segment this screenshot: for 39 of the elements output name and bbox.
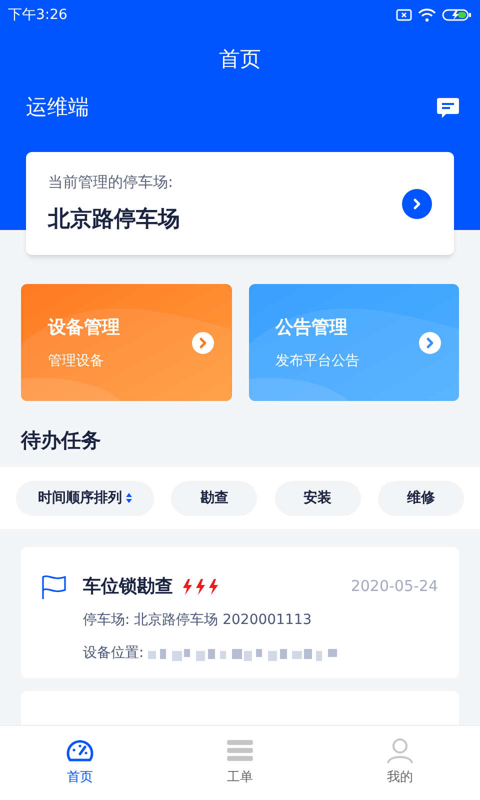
task-card[interactable]: 车位锁勘查 2020-05-24 停车场: 北京路停车场 2020001113 设备位置: <box>21 547 459 678</box>
battery-icon <box>442 8 472 22</box>
location-label: 设备位置: <box>83 644 144 663</box>
card-label: 当前管理的停车场: <box>48 172 174 193</box>
lightning-icon <box>182 578 193 594</box>
person-icon <box>386 738 414 764</box>
status-time: 下午3:26 <box>8 6 68 24</box>
tab-bar-item[interactable]: 首页 <box>0 726 160 800</box>
filter-chip[interactable]: 安装 <box>274 480 361 516</box>
task-title: 车位锁勘查 <box>83 575 173 599</box>
chevron-right-icon <box>411 198 423 210</box>
lightning-icon <box>208 578 219 594</box>
app-subtitle: 运维端 <box>26 94 89 121</box>
arrow-button[interactable] <box>402 188 432 218</box>
filter-chip[interactable]: 勘查 <box>171 480 258 516</box>
arrow-button[interactable] <box>419 332 441 354</box>
speedometer-icon <box>66 738 94 764</box>
tile-title: 公告管理 <box>276 316 348 340</box>
sim-card-icon <box>396 9 412 21</box>
section-heading: 待办任务 <box>21 428 101 452</box>
tab-bar-item[interactable]: 工单 <box>160 726 320 800</box>
sort-button[interactable]: 时间顺序排列 <box>16 480 154 516</box>
parking-lot-name: 北京路停车场 <box>48 206 180 234</box>
lightning-icon <box>195 578 206 594</box>
flag-icon <box>41 574 67 600</box>
tile-subtitle: 发布平台公告 <box>276 352 360 370</box>
tab-bar-item[interactable]: 我的 <box>320 726 480 800</box>
page-title: 首页 <box>219 46 261 74</box>
arrow-button[interactable] <box>192 332 214 354</box>
parking-info: 停车场: 北京路停车场 2020001113 <box>83 611 313 630</box>
filter-chip[interactable]: 维修 <box>378 480 464 516</box>
message-icon[interactable] <box>436 96 460 119</box>
tile-title: 设备管理 <box>48 316 120 340</box>
tile-subtitle: 管理设备 <box>48 352 105 370</box>
chevron-right-icon <box>424 336 436 348</box>
sort-icon <box>126 493 132 503</box>
wifi-icon <box>418 8 436 22</box>
task-date: 2020-05-24 <box>350 576 438 598</box>
parking-lot-card[interactable]: 当前管理的停车场: 北京路停车场 <box>26 152 454 255</box>
